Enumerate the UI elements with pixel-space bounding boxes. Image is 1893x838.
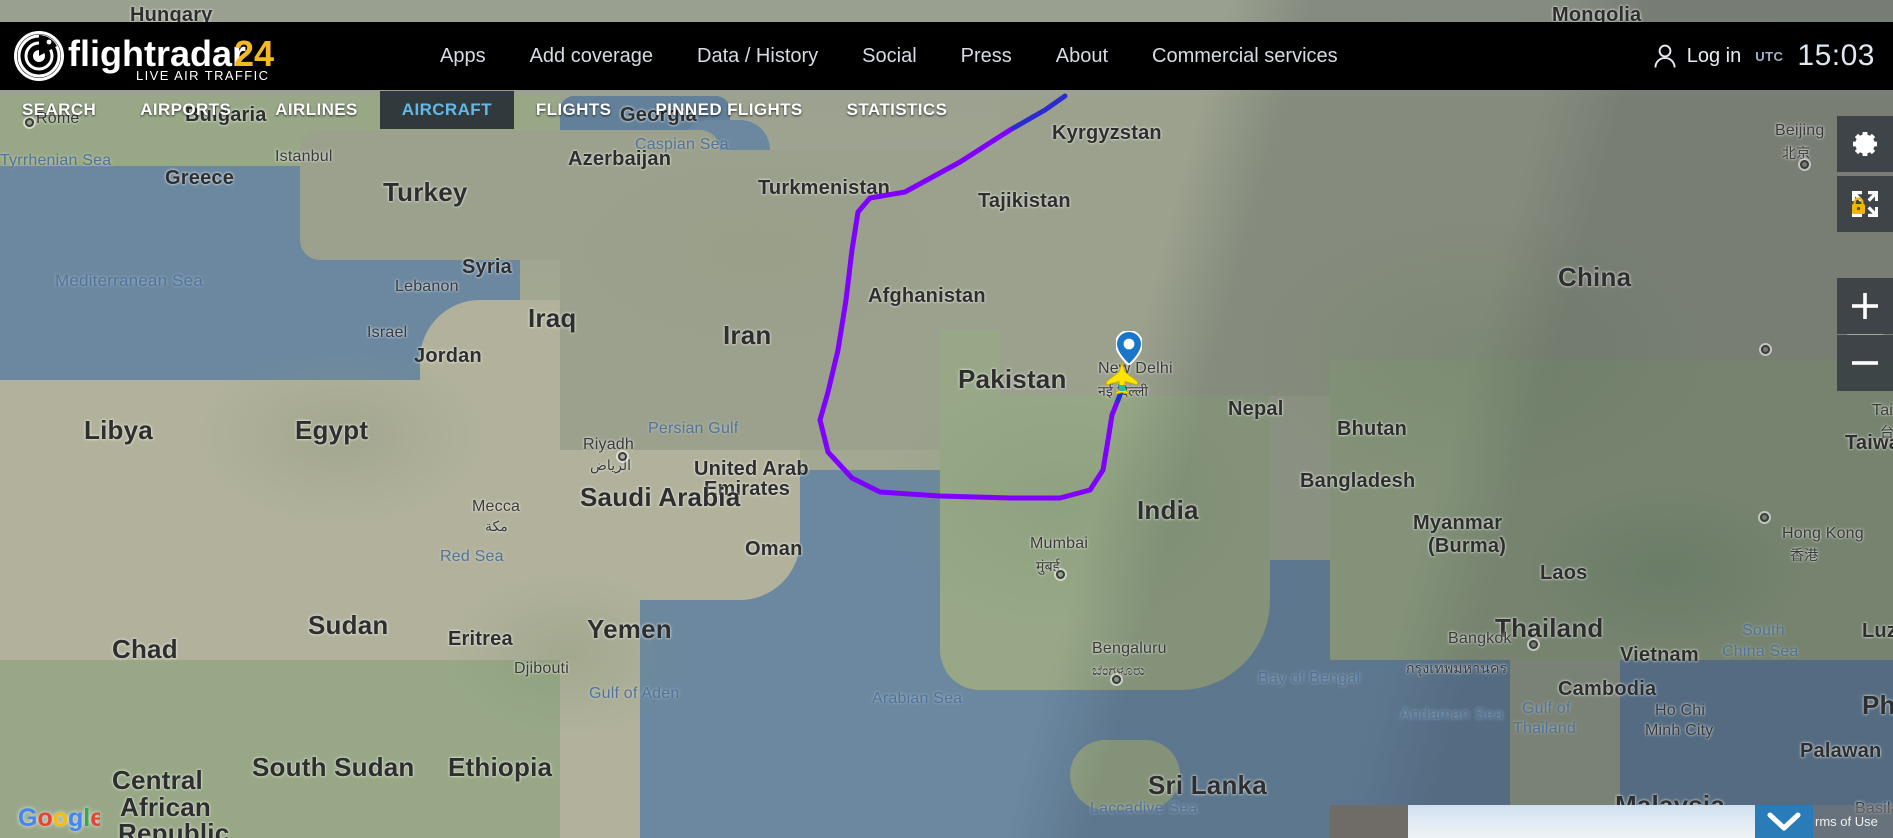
utc-label: UTC: [1755, 48, 1784, 64]
destination-pin-icon[interactable]: [1116, 331, 1142, 365]
chevron-down-icon: [1767, 812, 1801, 830]
login-label: Log in: [1686, 44, 1742, 67]
collapse-panel-button[interactable]: [1755, 805, 1813, 838]
nav-item-add-coverage[interactable]: Add coverage: [508, 39, 675, 74]
fullscreen-lock-icon: [1852, 191, 1878, 217]
nav-item-press[interactable]: Press: [939, 39, 1034, 74]
zoom-out-button[interactable]: [1837, 335, 1893, 391]
tab-search[interactable]: SEARCH: [0, 91, 118, 129]
land-anatolia: [300, 130, 720, 260]
gear-icon: [1853, 132, 1877, 156]
header-right: Log in UTC 15:03: [1652, 39, 1893, 73]
zoom-controls: [1837, 278, 1893, 391]
tab-flights[interactable]: FLIGHTS: [514, 91, 634, 129]
primary-nav: Apps Add coverage Data / History Social Pres…: [310, 39, 1652, 74]
utc-clock: 15:03: [1797, 39, 1875, 72]
map-settings-button[interactable]: [1837, 116, 1893, 172]
map-label: Thailand: [1513, 720, 1576, 737]
site-header: flightradar 24 LIVE AIR TRAFFIC Apps Add …: [0, 22, 1893, 90]
svg-text:Google: Google: [18, 804, 100, 832]
google-logo: Google: [18, 804, 100, 832]
nav-item-commercial-services[interactable]: Commercial services: [1130, 39, 1360, 74]
login-button[interactable]: Log in: [1652, 43, 1742, 69]
flightradar24-app: Hungary Mongolia Rome Bulgaria Georgia Caspia…: [0, 0, 1893, 838]
terms-of-use-label: rms of Use: [1815, 814, 1878, 829]
aircraft-marker-icon[interactable]: [1105, 361, 1139, 395]
panel-gutter: [1330, 805, 1408, 838]
user-icon: [1654, 44, 1676, 68]
nav-item-social[interactable]: Social: [840, 39, 938, 74]
tab-aircraft[interactable]: AIRCRAFT: [379, 91, 514, 129]
brand-tagline: LIVE AIR TRAFFIC: [136, 68, 269, 83]
plus-icon: [1852, 293, 1878, 319]
nav-item-apps[interactable]: Apps: [418, 39, 508, 74]
zoom-in-button[interactable]: [1837, 278, 1893, 334]
flightradar24-logo[interactable]: flightradar 24 LIVE AIR TRAFFIC: [0, 28, 310, 84]
terms-of-use-link[interactable]: rms of Use: [1813, 805, 1893, 838]
tab-pinned-flights[interactable]: PINNED FLIGHTS: [633, 91, 824, 129]
map-label: Gulf of: [1522, 700, 1571, 717]
panel-photo: [1408, 805, 1755, 838]
nav-item-about[interactable]: About: [1034, 39, 1130, 74]
land-sri-lanka: [1070, 740, 1180, 810]
bottom-photo-panel: rms of Use: [1330, 805, 1893, 838]
minus-icon: [1852, 361, 1878, 365]
tab-airlines[interactable]: AIRLINES: [253, 91, 380, 129]
nav-item-data-history[interactable]: Data / History: [675, 39, 840, 74]
secondary-nav: SEARCH AIRPORTS AIRLINES AIRCRAFT FLIGHTS PIN…: [0, 90, 969, 130]
fullscreen-lock-button[interactable]: [1837, 176, 1893, 232]
tab-airports[interactable]: AIRPORTS: [118, 91, 253, 129]
tab-statistics[interactable]: STATISTICS: [825, 91, 970, 129]
land-southeast-asia: [1330, 360, 1893, 660]
